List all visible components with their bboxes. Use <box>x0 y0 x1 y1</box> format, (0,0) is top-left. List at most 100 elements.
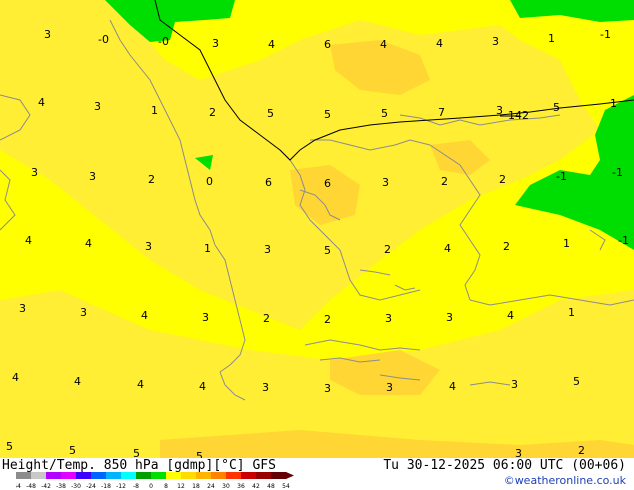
scale-tick-label: -48 <box>26 483 36 490</box>
scale-tick-label: -42 <box>41 483 51 490</box>
scale-tick-label: 36 <box>237 483 245 490</box>
temperature-label: 3 <box>382 176 389 189</box>
scale-swatch <box>31 472 47 479</box>
scale-swatch <box>91 472 107 479</box>
scale-swatch <box>181 472 197 479</box>
temperature-label: 3 <box>262 381 269 394</box>
temperature-label: -0 <box>98 33 109 46</box>
temperature-label: 3 <box>264 243 271 256</box>
scale-swatch <box>166 472 182 479</box>
temperature-label: 3 <box>496 104 503 117</box>
temperature-label: 3 <box>202 311 209 324</box>
scale-tick-label: -12 <box>116 483 126 490</box>
map-footer: Height/Temp. 850 hPa [gdmp][°C] GFS Tu 3… <box>0 458 634 490</box>
temperature-label: 2 <box>578 444 585 457</box>
scale-tick-label: -54 <box>16 483 21 490</box>
temperature-label: 4 <box>507 309 514 322</box>
temperature-label: 4 <box>137 378 144 391</box>
scale-tick-label: 54 <box>282 483 290 490</box>
scale-tick-label: 8 <box>164 483 168 490</box>
scale-tick-label: 12 <box>177 483 185 490</box>
temperature-label: 5 <box>267 107 274 120</box>
scale-swatch <box>241 472 257 479</box>
temperature-label: 2 <box>324 313 331 326</box>
temperature-label: 3 <box>511 378 518 391</box>
temperature-label: 5 <box>324 244 331 257</box>
temperature-label: 1 <box>151 104 158 117</box>
scale-swatch <box>151 472 167 479</box>
temperature-label: 3 <box>212 37 219 50</box>
temperature-label: -1 <box>612 166 623 179</box>
temperature-label: 4 <box>25 234 32 247</box>
temperature-label: 1 <box>548 32 555 45</box>
temperature-label: 5 <box>553 101 560 114</box>
temperature-label: 2 <box>209 106 216 119</box>
temperature-label: 3 <box>324 382 331 395</box>
temperature-label: 1 <box>563 237 570 250</box>
temperature-label: 5 <box>573 375 580 388</box>
scale-tick-label: -24 <box>86 483 96 490</box>
scale-swatch <box>46 472 62 479</box>
temperature-label: -1 <box>618 234 629 247</box>
temperature-label: 3 <box>19 302 26 315</box>
temperature-label: 4 <box>12 371 19 384</box>
temperature-label: 4 <box>38 96 45 109</box>
scale-tick-label: 18 <box>192 483 200 490</box>
scale-tick-label: 24 <box>207 483 215 490</box>
scale-swatch <box>76 472 92 479</box>
temperature-label: 4 <box>449 380 456 393</box>
scale-swatch <box>226 472 242 479</box>
valid-time: Tu 30-12-2025 06:00 UTC (00+06) <box>383 458 626 473</box>
temperature-label: 2 <box>263 312 270 325</box>
temperature-label: 2 <box>441 175 448 188</box>
temperature-label: 5 <box>196 450 203 458</box>
temperature-label: 3 <box>31 166 38 179</box>
scale-tick-label: 48 <box>267 483 275 490</box>
temperature-label: 5 <box>6 440 13 453</box>
temperature-label: 3 <box>446 311 453 324</box>
credit-link[interactable]: ©weatheronline.co.uk <box>504 474 626 487</box>
scale-swatch <box>61 472 77 479</box>
scale-tick-label: -8 <box>133 483 139 490</box>
scale-tick-label: -38 <box>56 483 66 490</box>
temperature-label: 6 <box>324 177 331 190</box>
temperature-label: -1 <box>556 170 567 183</box>
scale-tick-label: 0 <box>149 483 153 490</box>
scale-tick-label: -30 <box>71 483 81 490</box>
map-title: Height/Temp. 850 hPa [gdmp][°C] GFS <box>2 458 276 473</box>
temperature-label: 3 <box>492 35 499 48</box>
temperature-label: 2 <box>384 243 391 256</box>
scale-tick-label: -18 <box>101 483 111 490</box>
scale-arrow <box>286 472 294 479</box>
temperature-label: 1 <box>204 242 211 255</box>
temperature-label: 3 <box>94 100 101 113</box>
scale-swatch <box>121 472 137 479</box>
temperature-label: 6 <box>265 176 272 189</box>
scale-swatch <box>256 472 272 479</box>
temperature-label: 3 <box>515 447 522 458</box>
scale-swatch <box>16 472 32 479</box>
scale-swatch <box>136 472 152 479</box>
temperature-label: 1 <box>568 306 575 319</box>
temperature-label: 4 <box>268 38 275 51</box>
temperature-label: 4 <box>74 375 81 388</box>
temperature-label: 3 <box>145 240 152 253</box>
temperature-label: 5 <box>381 107 388 120</box>
contour-label: 142 <box>508 109 529 122</box>
temperature-label: 4 <box>436 37 443 50</box>
weather-map: 142 3 -0 -0 3 4 6 4 4 3 1 -1 4 3 1 2 5 5… <box>0 0 634 458</box>
temperature-label: 2 <box>503 240 510 253</box>
temperature-label: 6 <box>324 38 331 51</box>
temperature-label: 4 <box>85 237 92 250</box>
temperature-label: 3 <box>44 28 51 41</box>
temperature-label: 3 <box>80 306 87 319</box>
temperature-label: 7 <box>438 106 445 119</box>
temperature-label: 2 <box>148 173 155 186</box>
temperature-label: 4 <box>199 380 206 393</box>
temperature-label: 3 <box>89 170 96 183</box>
temperature-label: 5 <box>69 444 76 457</box>
scale-tick-label: 42 <box>252 483 260 490</box>
scale-swatch <box>196 472 212 479</box>
temperature-label: 4 <box>444 242 451 255</box>
color-scale: -54 -48 -42 -38 -30 -24 -18 -12 -8 0 8 12 18 24 30 36 42… <box>16 472 294 490</box>
